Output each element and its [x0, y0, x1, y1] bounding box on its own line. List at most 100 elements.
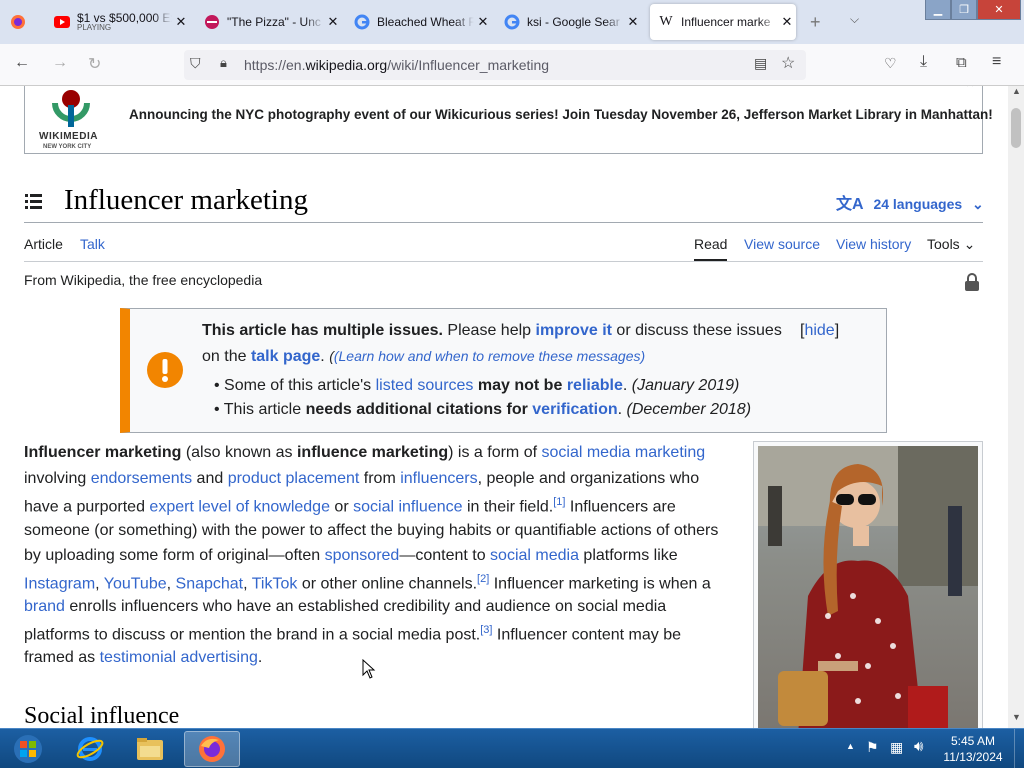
scroll-down-icon[interactable]: ▼	[1012, 712, 1021, 722]
protection-lock-icon[interactable]	[964, 272, 980, 297]
tab-article[interactable]: Article	[24, 236, 63, 252]
tab-title: Influencer marke	[681, 15, 771, 29]
testimonial-advertising-link[interactable]: testimonial advertising	[100, 649, 258, 666]
verification-link[interactable]: verification	[532, 401, 617, 418]
close-tab-icon[interactable]: ✕	[324, 14, 342, 30]
extensions-icon[interactable]: ⧉	[956, 54, 967, 71]
learn-link[interactable]: (Learn how and when to remove these mess…	[334, 348, 645, 364]
para-line: Influencer marketing (also known as infl…	[24, 444, 706, 461]
tab-view-history[interactable]: View history	[836, 236, 911, 252]
improve-link[interactable]: improve it	[536, 322, 612, 339]
internet-explorer-icon[interactable]	[62, 731, 118, 767]
shield-icon[interactable]: ⛉	[190, 55, 201, 72]
hide-link[interactable]: hide	[804, 322, 834, 339]
brand-link[interactable]: brand	[24, 598, 65, 615]
tab-pizza[interactable]: "The Pizza" - Unc ✕	[204, 4, 342, 40]
tools-menu[interactable]: Tools ⌄	[927, 236, 975, 253]
bookmark-star-icon[interactable]: ☆	[781, 53, 795, 73]
tab-strip: $1 vs $500,000 ExpPLAYING ✕ "The Pizza" …	[0, 0, 1024, 44]
tab-talk[interactable]: Talk	[80, 236, 105, 252]
endorsements-link[interactable]: endorsements	[91, 470, 192, 487]
close-window-button[interactable]: ✕	[977, 0, 1021, 20]
citation-2-link[interactable]: [2]	[477, 573, 489, 585]
firefox-taskbar-icon[interactable]	[184, 731, 240, 767]
site-icon	[204, 14, 220, 30]
sponsored-link[interactable]: sponsored	[325, 547, 400, 564]
page-content: WIKIMEDIA NEW YORK CITY Announcing the N…	[0, 86, 1008, 728]
pocket-icon[interactable]: ♡	[884, 55, 897, 72]
close-tab-icon[interactable]: ✕	[624, 14, 642, 30]
listed-sources-link[interactable]: listed sources	[376, 377, 474, 394]
influencer-photo[interactable]	[758, 446, 978, 728]
close-tab-icon[interactable]: ✕	[172, 14, 190, 30]
chevron-down-icon: ⌄	[972, 196, 984, 212]
scroll-up-icon[interactable]: ▲	[1012, 86, 1021, 96]
reload-icon[interactable]: ↻	[88, 54, 101, 74]
issue-bullet-1: • Some of this article's listed sources …	[214, 377, 740, 394]
social-influence-link[interactable]: social influence	[353, 498, 462, 515]
product-placement-link[interactable]: product placement	[228, 470, 360, 487]
youtube-link[interactable]: YouTube	[104, 575, 167, 592]
tab-read[interactable]: Read	[694, 236, 728, 261]
back-icon[interactable]: ←	[14, 54, 30, 72]
reader-view-icon[interactable]: ▤	[754, 55, 767, 72]
talk-page-link[interactable]: talk page	[251, 348, 320, 365]
flag-icon[interactable]: ⚑	[866, 739, 879, 756]
volume-icon[interactable]: 🔊︎	[914, 738, 923, 755]
social-media-link[interactable]: social media	[490, 547, 579, 564]
instagram-link[interactable]: Instagram	[24, 575, 95, 592]
clock[interactable]: 5:45 AM 11/13/2024	[936, 733, 1010, 765]
minimize-button[interactable]: ▁	[925, 0, 951, 20]
hide-control[interactable]: [hide]	[800, 322, 839, 340]
translate-icon: 文A	[836, 196, 864, 213]
tiktok-link[interactable]: TikTok	[252, 575, 298, 592]
tab-youtube[interactable]: $1 vs $500,000 ExpPLAYING ✕	[54, 4, 190, 40]
issues-title: This article has multiple issues.	[202, 322, 443, 339]
network-icon[interactable]: ▦	[890, 739, 903, 756]
languages-button[interactable]: 文A 24 languages ⌄	[836, 190, 984, 214]
infobox	[753, 441, 983, 728]
para-line: brand enrolls influencers who have an es…	[24, 598, 667, 615]
forward-icon[interactable]: →	[52, 54, 68, 72]
expert-knowledge-link[interactable]: expert level of knowledge	[149, 498, 330, 515]
citation-1-link[interactable]: [1]	[553, 496, 565, 508]
lock-icon[interactable]: 🔒︎	[220, 55, 227, 71]
toc-icon[interactable]	[24, 192, 44, 215]
close-tab-icon[interactable]: ✕	[474, 14, 492, 30]
reliable-link[interactable]: reliable	[567, 377, 623, 394]
issue-bullet-2: • This article needs additional citation…	[214, 401, 752, 418]
social-media-marketing-link[interactable]: social media marketing	[542, 444, 706, 461]
issue-text: needs additional citations for	[305, 401, 528, 418]
tagline: From Wikipedia, the free encyclopedia	[24, 272, 263, 288]
issues-text: or discuss these issues	[611, 322, 782, 339]
scroll-thumb[interactable]	[1011, 108, 1021, 148]
new-tab-icon[interactable]: +	[810, 12, 821, 33]
influencers-link[interactable]: influencers	[400, 470, 477, 487]
download-icon[interactable]: ⤓	[920, 53, 927, 71]
tab-title: ksi - Google Sear	[527, 15, 620, 29]
close-tab-icon[interactable]: ✕	[778, 14, 796, 30]
collapse-banner-icon[interactable]: ⌃	[963, 86, 976, 99]
menu-icon[interactable]: ≡	[992, 53, 1001, 71]
para-line: involving endorsements and product place…	[24, 470, 700, 487]
show-desktop-button[interactable]	[1014, 729, 1024, 769]
tab-ksi[interactable]: ksi - Google Sear ✕	[504, 4, 642, 40]
tab-view-source[interactable]: View source	[744, 236, 820, 252]
para-line: by uploading some form of original—often…	[24, 547, 678, 564]
citation-3-link[interactable]: [3]	[480, 624, 492, 636]
file-explorer-icon[interactable]	[122, 731, 178, 767]
scrollbar[interactable]: ▲ ▼	[1008, 86, 1024, 728]
para-line: someone (or something) with the power to…	[24, 522, 719, 539]
show-hidden-icons-icon[interactable]: ▲	[846, 741, 855, 751]
languages-label: 24 languages	[873, 196, 963, 212]
tabs-divider	[24, 261, 983, 262]
snapchat-link[interactable]: Snapchat	[176, 575, 244, 592]
tab-bleached[interactable]: Bleached Wheat F ✕	[354, 4, 492, 40]
maximize-button[interactable]: ❐	[951, 0, 977, 20]
url-text[interactable]: https://en.wikipedia.org/wiki/Influencer…	[244, 57, 549, 73]
start-button[interactable]	[0, 731, 56, 767]
chevron-down-icon[interactable]: ⌵	[850, 12, 859, 27]
tab-wikipedia[interactable]: W Influencer marke ✕	[650, 4, 796, 40]
firefox-menu[interactable]	[10, 4, 36, 40]
issues-line-2: on the talk page. ((Learn how and when t…	[202, 348, 646, 365]
